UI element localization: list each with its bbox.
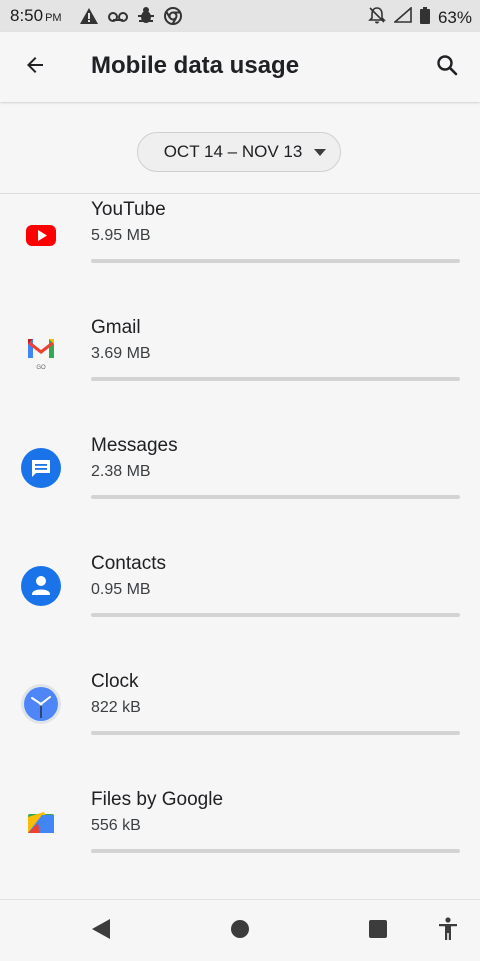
battery-percent: 63% [437, 7, 472, 27]
files-icon [20, 801, 62, 843]
app-bar: Mobile data usage [0, 32, 480, 102]
home-circle-icon [230, 919, 250, 944]
app-usage: 3.69 MB [91, 345, 151, 362]
battery-icon [419, 6, 430, 29]
gmail-icon: GO [20, 330, 62, 372]
signal-icon [392, 6, 412, 28]
clock-icon [20, 683, 62, 725]
nav-recents-button[interactable] [365, 918, 391, 944]
date-range-label: OCT 14 – NOV 13 [163, 142, 303, 161]
app-name: Gmail [91, 317, 141, 338]
gmail-go-label: GO [36, 365, 46, 371]
app-usage: 5.95 MB [91, 227, 151, 244]
app-usage-row-clock[interactable]: Clock 822 kB [0, 666, 480, 784]
app-name: Clock [91, 671, 139, 692]
usage-bar [91, 495, 460, 499]
dropdown-caret-icon [314, 149, 326, 156]
usage-bar [91, 613, 460, 617]
search-icon [435, 53, 459, 82]
status-time-value: 8:50 [10, 6, 44, 25]
app-usage-row-gmail[interactable]: GO Gmail 3.69 MB [0, 312, 480, 430]
usage-bar [91, 731, 460, 735]
status-time: 8:50 PM [10, 6, 62, 26]
app-usage: 822 kB [91, 699, 141, 716]
nav-accessibility-button[interactable] [435, 916, 461, 946]
app-usage: 2.38 MB [91, 463, 151, 480]
status-system-icons: 63% [368, 6, 472, 29]
app-usage-list: YouTube 5.95 MB GO Gmail 3.69 MB Message… [0, 194, 480, 902]
app-name: Messages [91, 435, 178, 456]
warning-icon [80, 8, 98, 29]
back-triangle-icon [91, 918, 111, 945]
app-name: Files by Google [91, 789, 224, 810]
accessibility-icon [437, 916, 459, 946]
nav-home-button[interactable] [227, 918, 253, 944]
youtube-icon [20, 214, 62, 256]
voicemail-icon [108, 10, 128, 28]
recents-square-icon [368, 919, 388, 944]
app-name: Contacts [91, 553, 166, 574]
status-bar: 8:50 PM 63% [0, 0, 480, 32]
app-name: YouTube [91, 199, 166, 220]
search-button[interactable] [430, 50, 464, 84]
usage-bar [91, 259, 460, 263]
usage-bar [91, 849, 460, 853]
app-usage: 556 kB [91, 817, 141, 834]
notifications-off-icon [368, 6, 386, 29]
messages-icon [20, 447, 62, 489]
back-button[interactable] [18, 50, 52, 84]
status-notification-icons [80, 7, 182, 30]
date-range-dropdown[interactable]: OCT 14 – NOV 13 [137, 132, 341, 172]
bug-icon [138, 7, 154, 30]
app-usage-row-contacts[interactable]: Contacts 0.95 MB [0, 548, 480, 666]
status-ampm: PM [45, 12, 62, 24]
contacts-icon [20, 565, 62, 607]
app-usage-row-youtube[interactable]: YouTube 5.95 MB [0, 194, 480, 312]
navigation-bar [0, 899, 480, 961]
chrome-icon [164, 7, 182, 30]
app-usage-row-messages[interactable]: Messages 2.38 MB [0, 430, 480, 548]
usage-bar [91, 377, 460, 381]
arrow-back-icon [23, 53, 47, 82]
app-usage: 0.95 MB [91, 581, 151, 598]
page-title: Mobile data usage [91, 52, 300, 79]
nav-back-button[interactable] [88, 918, 114, 944]
app-usage-row-files[interactable]: Files by Google 556 kB [0, 784, 480, 902]
